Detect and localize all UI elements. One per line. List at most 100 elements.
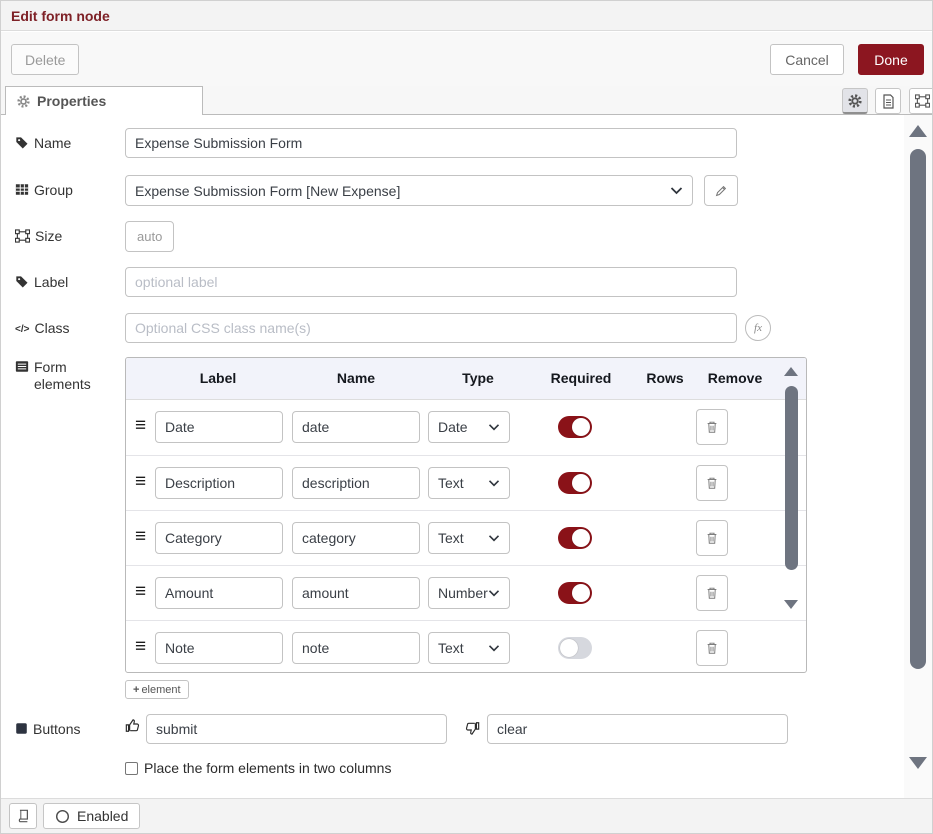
book-icon [16,809,30,823]
tab-properties[interactable]: Properties [5,86,203,115]
submit-button-label-input[interactable] [146,714,447,744]
element-type-value: Text [438,530,464,546]
element-type-select[interactable]: Text [428,467,510,499]
add-element-button[interactable]: +element [125,680,189,699]
column-header: Label [200,370,237,386]
size-button[interactable]: auto [125,221,174,252]
fx-badge-icon[interactable]: fx [745,315,771,341]
label-field-label: Label [15,274,117,291]
element-label-input[interactable] [155,577,283,609]
element-type-value: Text [438,475,464,491]
drag-handle-icon[interactable]: ≡ [135,637,146,657]
form-elements-table-header: Label Name Type Required Rows Remove [126,358,806,400]
clear-button-label-input[interactable] [487,714,788,744]
node-help-button[interactable] [9,803,37,829]
list-icon [15,360,29,373]
drag-handle-icon[interactable]: ≡ [135,416,146,436]
element-name-input[interactable] [292,577,420,609]
element-name-input[interactable] [292,467,420,499]
two-columns-checkbox[interactable] [125,762,138,775]
element-name-input[interactable] [292,522,420,554]
scrollbar-thumb[interactable] [910,149,926,669]
elements-table-scrollbar[interactable] [782,358,801,672]
chevron-down-icon [488,644,500,653]
drag-handle-icon[interactable]: ≡ [135,527,146,547]
gear-icon [17,95,30,108]
scroll-up-arrow-icon[interactable] [784,367,798,376]
chevron-down-icon [488,423,500,432]
element-label-input[interactable] [155,522,283,554]
elements-table-body: ≡ Date ≡ Text [126,400,806,673]
tag-icon [15,275,29,289]
element-type-value: Text [438,640,464,656]
enabled-label: Enabled [77,808,128,824]
remove-element-button[interactable] [696,409,728,445]
form-elements-field-label: Form elements [15,359,117,393]
two-columns-option: Place the form elements in two columns [125,760,391,776]
element-label-input[interactable] [155,467,283,499]
cancel-button[interactable]: Cancel [770,44,844,75]
gear-icon [848,94,862,108]
trash-icon [705,530,719,546]
tab-description-icon-button[interactable] [875,88,901,114]
remove-element-button[interactable] [696,630,728,666]
element-type-select[interactable]: Text [428,632,510,664]
label-input[interactable] [125,267,737,297]
form-elements-table: Label Name Type Required Rows Remove ≡ D… [125,357,807,673]
group-select-value: Expense Submission Form [New Expense] [135,183,400,199]
element-type-select[interactable]: Date [428,411,510,443]
required-toggle[interactable] [558,472,592,494]
two-columns-label: Place the form elements in two columns [144,760,391,776]
plus-icon: + [133,684,139,696]
scrollbar-thumb[interactable] [785,386,798,570]
dialog-title: Edit form node [11,8,110,24]
dialog-scrollbar[interactable] [904,115,932,800]
done-button[interactable]: Done [858,44,924,75]
element-type-select[interactable]: Number [428,577,510,609]
required-toggle[interactable] [558,637,592,659]
table-icon [15,183,29,196]
trash-icon [705,585,719,601]
edit-form-node-dialog: Edit form node Delete Cancel Done Proper… [0,0,933,834]
scroll-down-arrow-icon[interactable] [909,757,927,769]
column-header: Type [462,370,494,386]
chevron-down-icon [670,186,683,196]
trash-icon [705,475,719,491]
scroll-down-arrow-icon[interactable] [784,600,798,609]
square-icon [15,722,28,735]
form-element-row: ≡ Number [126,565,806,620]
remove-element-button[interactable] [696,465,728,501]
scroll-up-arrow-icon[interactable] [909,125,927,137]
name-input[interactable] [125,128,737,158]
required-toggle[interactable] [558,416,592,438]
object-group-icon [915,94,930,108]
chevron-down-icon [488,589,500,598]
required-toggle[interactable] [558,527,592,549]
element-name-input[interactable] [292,411,420,443]
tab-properties-icon-button[interactable] [842,88,868,114]
circle-icon [55,809,70,824]
trash-icon [705,419,719,435]
group-select[interactable]: Expense Submission Form [New Expense] [125,175,693,206]
element-label-input[interactable] [155,632,283,664]
delete-button[interactable]: Delete [11,44,79,75]
edit-group-button[interactable] [704,175,738,206]
class-input[interactable] [125,313,737,343]
class-field-label: </> Class [15,320,117,338]
element-name-input[interactable] [292,632,420,664]
drag-handle-icon[interactable]: ≡ [135,472,146,492]
node-enabled-toggle-button[interactable]: Enabled [43,803,140,829]
remove-element-button[interactable] [696,520,728,556]
remove-element-button[interactable] [696,575,728,611]
name-field-label: Name [15,135,117,152]
file-icon [882,94,895,109]
required-toggle[interactable] [558,582,592,604]
buttons-field-label: Buttons [15,721,117,738]
element-type-select[interactable]: Text [428,522,510,554]
form-element-row: ≡ Text [126,620,806,673]
drag-handle-icon[interactable]: ≡ [135,582,146,602]
form-element-row: ≡ Date [126,400,806,455]
element-label-input[interactable] [155,411,283,443]
tab-appearance-icon-button[interactable] [909,88,933,114]
chevron-down-icon [488,479,500,488]
